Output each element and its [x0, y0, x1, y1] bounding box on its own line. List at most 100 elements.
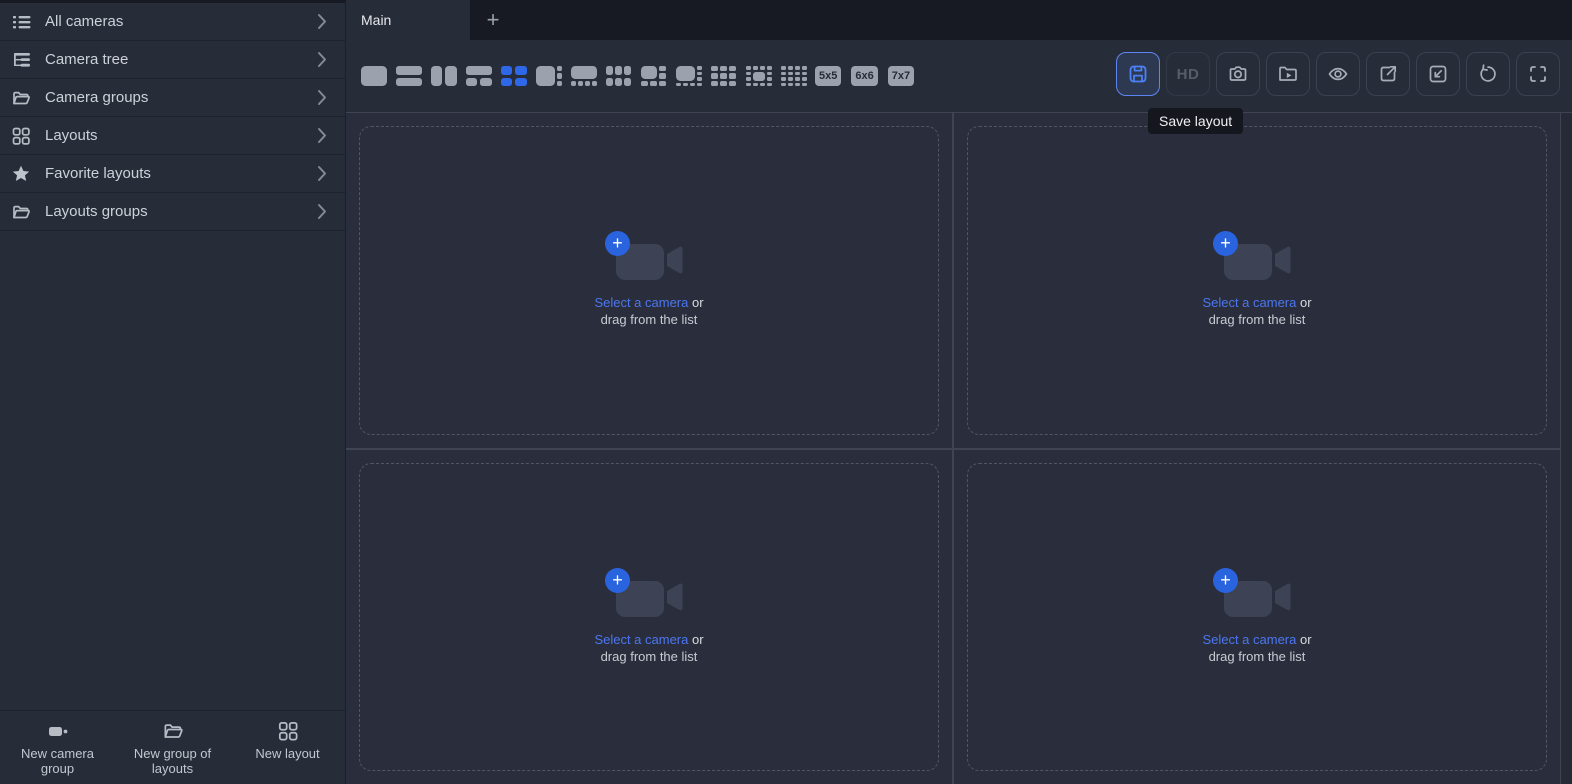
- placeholder-text-line1: Select a camera or: [594, 294, 703, 311]
- placeholder-text-line2: drag from the list: [601, 648, 698, 665]
- layout-1-plus-7-button[interactable]: [675, 65, 702, 87]
- camera-placeholder: + Select a camera or drag from the list: [594, 569, 703, 665]
- sidebar-item-camera-groups[interactable]: Camera groups: [0, 79, 345, 117]
- footer-button-label: New layout: [255, 746, 319, 761]
- layout-1-plus-5-icon: [641, 66, 667, 86]
- chevron-right-icon: [317, 89, 327, 106]
- add-camera-plus-icon[interactable]: +: [1213, 568, 1238, 593]
- new-camera-group-button[interactable]: New camera group: [0, 711, 115, 784]
- layout-3x3-icon: [711, 66, 737, 86]
- photo-camera-icon: [1226, 62, 1250, 86]
- fit-to-window-button[interactable]: [1416, 52, 1460, 96]
- placeholder-text-line2: drag from the list: [1209, 648, 1306, 665]
- select-camera-link[interactable]: Select a camera: [1202, 632, 1296, 647]
- layout-toolbar: 5x5 6x6 7x7 HD: [346, 40, 1572, 113]
- add-tab-button[interactable]: +: [470, 0, 516, 40]
- camera-cell: + Select a camera or drag from the list: [954, 450, 1560, 784]
- layout-2x2-button[interactable]: [500, 65, 527, 87]
- chevron-right-icon: [317, 127, 327, 144]
- fullscreen-icon: [1526, 62, 1550, 86]
- list-icon: [10, 11, 32, 33]
- placeholder-text-line2: drag from the list: [601, 311, 698, 328]
- layout-1-plus-3-button[interactable]: [535, 65, 562, 87]
- view-button[interactable]: [1316, 52, 1360, 96]
- refresh-button[interactable]: [1466, 52, 1510, 96]
- tab-bar: Main +: [346, 0, 1572, 40]
- grid-right-edge: [1560, 113, 1572, 784]
- layout-1-plus-12-icon: [746, 66, 772, 86]
- layout-1-plus-3-icon: [536, 66, 562, 86]
- fullscreen-button[interactable]: [1516, 52, 1560, 96]
- hd-quality-button[interactable]: HD: [1166, 52, 1210, 96]
- sidebar-item-layouts-groups[interactable]: Layouts groups: [0, 193, 345, 231]
- footer-button-label: New group of layouts: [121, 746, 225, 776]
- layout-6x6-button[interactable]: 6x6: [851, 66, 877, 86]
- layout-4x4-button[interactable]: [780, 65, 807, 87]
- share-icon: [1376, 62, 1400, 86]
- layout-1x1-icon: [361, 66, 387, 86]
- select-camera-link[interactable]: Select a camera: [594, 295, 688, 310]
- video-camera-icon: +: [1218, 232, 1296, 286]
- layout-4x4-icon: [781, 66, 807, 86]
- sidebar-item-layouts[interactable]: Layouts: [0, 117, 345, 155]
- layout-2-cols-icon: [431, 66, 457, 86]
- export-button[interactable]: [1366, 52, 1410, 96]
- sidebar-item-label: Camera tree: [45, 51, 128, 68]
- layout-1-plus-4-icon: [571, 66, 597, 86]
- folder-play-icon: [1276, 62, 1300, 86]
- sidebar-item-all-cameras[interactable]: All cameras: [0, 3, 345, 41]
- sidebar-item-label: All cameras: [45, 13, 123, 30]
- eye-icon: [1326, 62, 1350, 86]
- sidebar-item-label: Layouts: [45, 127, 98, 144]
- sidebar: All cameras Camera tree: [0, 0, 346, 784]
- placeholder-text-line2: drag from the list: [1209, 311, 1306, 328]
- sidebar-item-favorite-layouts[interactable]: Favorite layouts: [0, 155, 345, 193]
- layout-3x3-button[interactable]: [710, 65, 737, 87]
- video-camera-icon: [45, 719, 71, 743]
- layout-2-cols-button[interactable]: [430, 65, 457, 87]
- layout-1-plus-4-button[interactable]: [570, 65, 597, 87]
- camera-cell: + Select a camera or drag from the list: [346, 113, 952, 448]
- placeholder-text-line1: Select a camera or: [594, 631, 703, 648]
- layout-1-plus-12-button[interactable]: [745, 65, 772, 87]
- footer-button-label: New camera group: [6, 746, 110, 776]
- layout-7x7-button[interactable]: 7x7: [888, 66, 914, 86]
- folder-icon: [10, 201, 32, 223]
- save-layout-button[interactable]: [1116, 52, 1160, 96]
- new-layout-button[interactable]: New layout: [230, 711, 345, 784]
- camera-placeholder: + Select a camera or drag from the list: [1202, 232, 1311, 328]
- tree-icon: [10, 49, 32, 71]
- add-camera-plus-icon[interactable]: +: [605, 568, 630, 593]
- video-camera-icon: +: [610, 232, 688, 286]
- layout-5x5-button[interactable]: 5x5: [815, 66, 841, 86]
- folder-icon: [161, 719, 185, 743]
- new-group-of-layouts-button[interactable]: New group of layouts: [115, 711, 230, 784]
- camera-cell: + Select a camera or drag from the list: [954, 113, 1560, 448]
- layout-2x2-icon: [501, 66, 527, 86]
- sidebar-item-label: Layouts groups: [45, 203, 148, 220]
- camera-grid: + Select a camera or drag from the list …: [346, 113, 1560, 784]
- select-camera-link[interactable]: Select a camera: [1202, 295, 1296, 310]
- layout-2-rows-button[interactable]: [395, 65, 422, 87]
- screenshot-button[interactable]: [1216, 52, 1260, 96]
- camera-grid-area: + Select a camera or drag from the list …: [346, 113, 1572, 784]
- floppy-icon: [1126, 62, 1150, 86]
- chevron-right-icon: [317, 165, 327, 182]
- sidebar-item-camera-tree[interactable]: Camera tree: [0, 41, 345, 79]
- camera-cell: + Select a camera or drag from the list: [346, 450, 952, 784]
- camera-app-window: All cameras Camera tree: [0, 0, 1572, 784]
- sidebar-item-label: Camera groups: [45, 89, 148, 106]
- plus-icon: +: [487, 7, 500, 33]
- refresh-icon: [1476, 62, 1500, 86]
- tab-main[interactable]: Main: [346, 0, 470, 40]
- placeholder-text-line1: Select a camera or: [1202, 294, 1311, 311]
- layout-1-plus-2-button[interactable]: [465, 65, 492, 87]
- chevron-right-icon: [317, 51, 327, 68]
- chevron-right-icon: [317, 13, 327, 30]
- layout-1x1-button[interactable]: [360, 65, 387, 87]
- star-icon: [10, 163, 32, 185]
- archive-button[interactable]: [1266, 52, 1310, 96]
- layout-1-plus-5-button[interactable]: [640, 65, 667, 87]
- select-camera-link[interactable]: Select a camera: [594, 632, 688, 647]
- layout-3x2-button[interactable]: [605, 65, 632, 87]
